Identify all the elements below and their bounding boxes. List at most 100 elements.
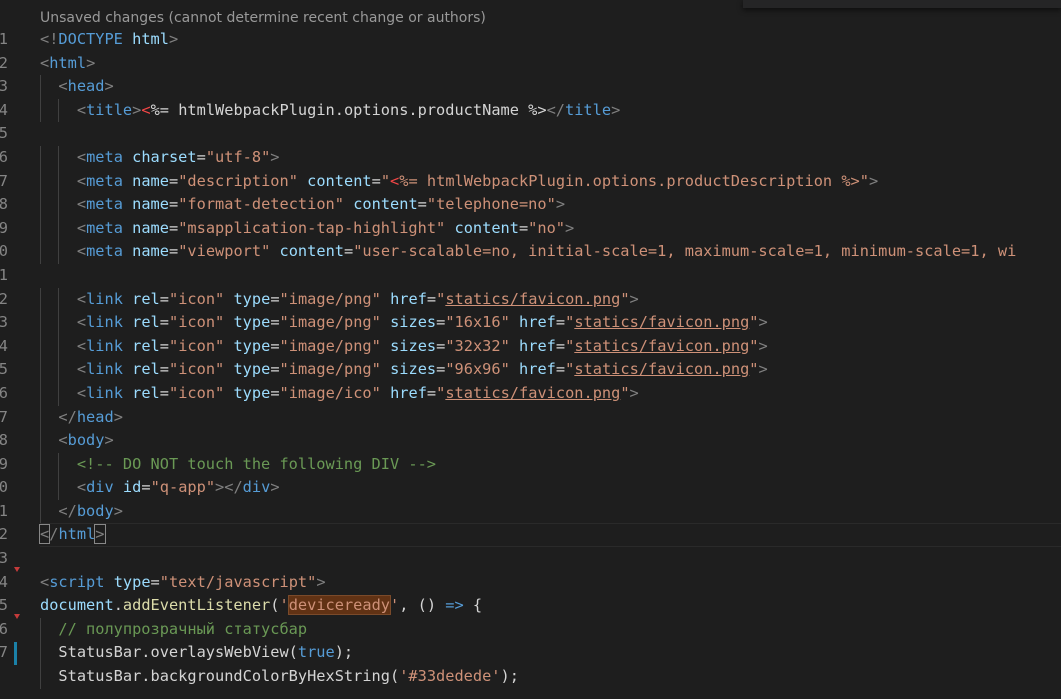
code-token: type <box>113 572 151 591</box>
code-token: deviceready <box>287 595 392 616</box>
code-lines[interactable]: 1 <!DOCTYPE html> 2 <html> 3 <head> 4 <title>… <box>0 28 1061 689</box>
code-line[interactable]: 6 <meta charset="utf-8"> <box>0 145 1061 170</box>
line-content[interactable]: <head> <box>40 75 113 99</box>
code-token: '#33dedede' <box>399 667 501 686</box>
code-line[interactable]: 20 <div id="q-app"></div> <box>0 476 1061 500</box>
indent-guide <box>40 499 41 524</box>
code-token: type <box>233 313 271 332</box>
code-line[interactable]: 3 <head> <box>0 75 1061 99</box>
line-content[interactable]: <div id="q-app"></div> <box>40 476 280 500</box>
code-line[interactable]: 4 <title><%= htmlWebpackPlugin.options.p… <box>0 98 1061 123</box>
line-content[interactable]: <meta charset="utf-8"> <box>40 146 280 170</box>
code-line[interactable]: 1 <!DOCTYPE html> <box>0 28 1061 52</box>
code-line[interactable]: 21 </body> <box>0 499 1061 524</box>
line-content[interactable]: <link rel="icon" type="image/png" sizes=… <box>40 358 768 382</box>
code-token: content <box>279 242 344 261</box>
line-content[interactable]: <body> <box>40 429 113 453</box>
code-token: " <box>565 313 575 332</box>
code-token: addEventListener <box>122 596 271 615</box>
code-line[interactable]: 17 </head> <box>0 405 1061 430</box>
code-line[interactable]: 12 <link rel="icon" type="image/png" hre… <box>0 287 1061 312</box>
code-line[interactable]: 2 <html> <box>0 52 1061 76</box>
line-number: 21 <box>0 501 8 520</box>
indent-guide <box>40 287 41 312</box>
code-line[interactable]: 16 <link rel="icon" type="image/ico" hre… <box>0 381 1061 406</box>
indent-guide <box>40 429 41 453</box>
indent-guide <box>40 75 41 99</box>
line-content[interactable]: <meta name="format-detection" content="t… <box>40 193 565 217</box>
indent-guide <box>58 334 60 359</box>
code-line[interactable]: 24 <script type="text/javascript"> <box>0 571 1061 595</box>
code-token: = <box>270 289 280 308</box>
indent-guide <box>58 240 60 264</box>
code-line[interactable]: 15 <link rel="icon" type="image/png" siz… <box>0 358 1061 382</box>
fold-marker-icon[interactable] <box>14 614 20 619</box>
code-editor[interactable]: Unsaved changes (cannot determine recent… <box>0 0 1061 699</box>
line-content[interactable]: </body> <box>40 500 122 524</box>
code-token: rel <box>132 336 160 355</box>
code-token: "image/png" <box>279 360 381 379</box>
fold-marker-icon[interactable] <box>14 566 20 572</box>
indent-guide <box>58 216 60 241</box>
code-token: = <box>141 478 151 497</box>
code-token: > <box>86 53 96 72</box>
indent-guide <box>40 665 41 689</box>
line-content[interactable]: <link rel="icon" type="image/png" href="… <box>40 288 639 312</box>
line-content[interactable]: StatusBar.overlaysWebView(true); <box>40 641 353 665</box>
code-line[interactable]: 26 // полупрозрачный статусбар <box>0 617 1061 642</box>
line-content[interactable]: <link rel="icon" type="image/ico" href="… <box>40 382 639 406</box>
line-content[interactable]: <html> <box>40 52 95 76</box>
code-line[interactable]: 7 <meta name="description" content="<%= … <box>0 169 1061 194</box>
code-line[interactable]: 18 <body> <box>0 429 1061 453</box>
line-content[interactable]: // полупрозрачный статусбар <box>40 618 307 642</box>
line-content[interactable]: <link rel="icon" type="image/png" sizes=… <box>40 335 768 359</box>
code-token: meta <box>86 218 123 237</box>
code-token: </ <box>58 501 77 520</box>
code-line[interactable]: 23 <box>0 547 1061 571</box>
line-content[interactable]: <script type="text/javascript"> <box>40 571 326 595</box>
line-content[interactable]: <link rel="icon" type="image/png" sizes=… <box>40 311 768 335</box>
line-content[interactable]: </html> <box>38 523 106 547</box>
line-content[interactable]: <title><%= htmlWebpackPlugin.options.pro… <box>40 99 620 123</box>
code-line[interactable]: 19 <!-- DO NOT touch the following DIV -… <box>0 452 1061 477</box>
code-line[interactable]: StatusBar.backgroundColorByHexString('#3… <box>0 665 1061 689</box>
code-token: = <box>168 195 179 214</box>
line-content[interactable]: StatusBar.backgroundColorByHexString('#3… <box>40 665 519 689</box>
indent-guide <box>58 381 60 406</box>
code-line[interactable]: 11 <box>0 264 1061 288</box>
code-token: = <box>168 171 179 190</box>
line-number: 24 <box>0 572 8 591</box>
line-content[interactable]: <!DOCTYPE html> <box>40 28 178 52</box>
code-line[interactable]: 22 </html> <box>0 523 1061 547</box>
code-token: StatusBar.overlaysWebView( <box>58 643 298 662</box>
code-token: " <box>565 336 575 355</box>
code-line[interactable]: 27 StatusBar.overlaysWebView(true); <box>0 641 1061 666</box>
code-token: = <box>196 147 206 166</box>
line-content[interactable]: <meta name="description" content="<%= ht… <box>40 170 878 194</box>
line-content[interactable]: document.addEventListener('deviceready',… <box>40 594 482 618</box>
code-line[interactable]: 14 <link rel="icon" type="image/png" siz… <box>0 334 1061 359</box>
code-token: < <box>76 383 87 402</box>
code-line[interactable]: 5 <box>0 122 1061 146</box>
code-line[interactable]: 10 <meta name="viewport" content="user-s… <box>0 240 1061 264</box>
code-line[interactable]: 9 <meta name="msapplication-tap-highligh… <box>0 216 1061 241</box>
code-token: name <box>132 195 169 214</box>
code-line[interactable]: 25 document.addEventListener('deviceready… <box>0 594 1061 618</box>
code-line[interactable]: 8 <meta name="format-detection" content=… <box>0 193 1061 217</box>
line-content[interactable]: <meta name="viewport" content="user-scal… <box>40 240 1016 264</box>
line-content[interactable]: <meta name="msapplication-tap-highlight"… <box>40 217 574 241</box>
codelens-annotation[interactable]: Unsaved changes (cannot determine recent… <box>40 8 486 28</box>
indent-guide <box>40 311 41 335</box>
code-token: href <box>519 313 556 332</box>
line-number: 22 <box>0 525 8 544</box>
line-content[interactable]: </head> <box>40 406 122 430</box>
code-token: > <box>132 100 142 119</box>
code-line[interactable]: 13 <link rel="icon" type="image/png" siz… <box>0 311 1061 335</box>
code-token: meta <box>86 147 123 166</box>
line-content[interactable]: <!-- DO NOT touch the following DIV --> <box>40 453 436 477</box>
code-token: < <box>390 171 400 190</box>
